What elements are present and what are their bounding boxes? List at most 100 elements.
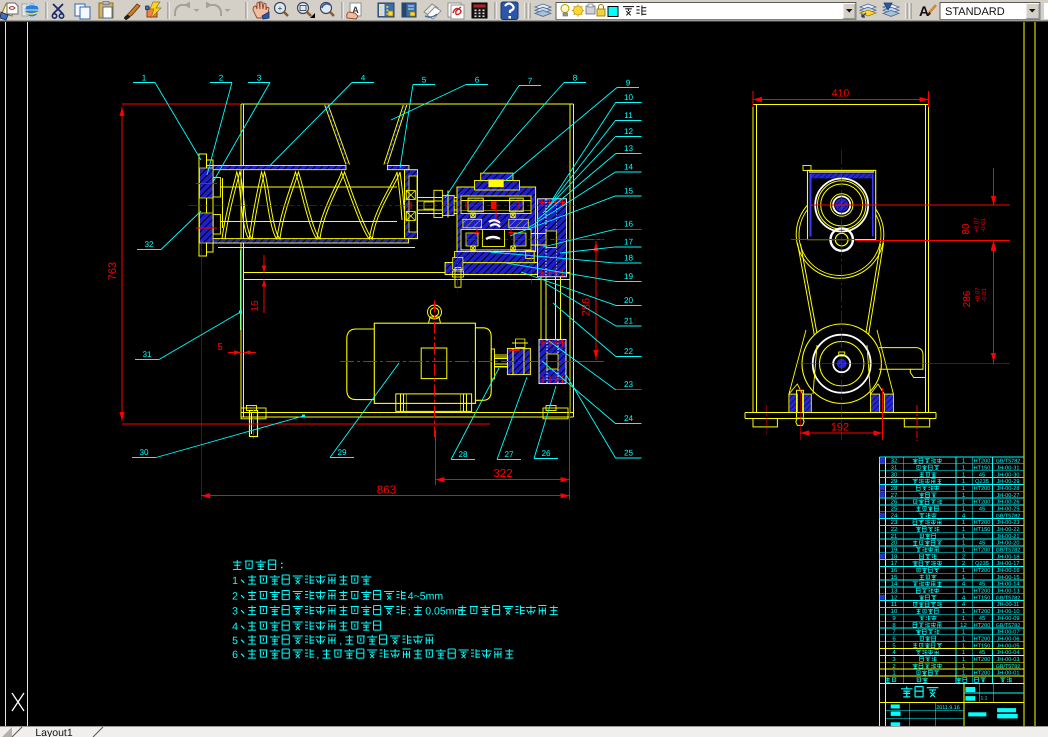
svg-text:322: 322 — [493, 468, 512, 480]
svg-text:12: 12 — [891, 594, 898, 601]
svg-text:6: 6 — [232, 649, 238, 661]
svg-text:20: 20 — [624, 296, 634, 305]
svg-text:192: 192 — [831, 422, 849, 434]
svg-text:19: 19 — [891, 547, 898, 554]
svg-text:HT150: HT150 — [974, 527, 991, 533]
svg-text:10: 10 — [624, 93, 634, 102]
svg-text:JH-00-14: JH-00-14 — [996, 582, 1019, 588]
svg-text:14: 14 — [891, 581, 898, 588]
svg-text:GB/T5782: GB/T5782 — [996, 459, 1021, 465]
svg-text:18: 18 — [624, 254, 634, 263]
svg-text:17: 17 — [624, 237, 634, 246]
svg-text:1: 1 — [142, 74, 147, 83]
svg-text:26: 26 — [541, 449, 551, 458]
svg-text:JH-00-29: JH-00-29 — [996, 479, 1019, 485]
svg-text:30: 30 — [139, 448, 149, 457]
svg-text:26: 26 — [891, 499, 898, 506]
svg-text:HT200: HT200 — [974, 568, 991, 574]
svg-text:7: 7 — [528, 77, 533, 86]
svg-text:HT200: HT200 — [974, 520, 991, 526]
svg-text:GB/T5782: GB/T5782 — [996, 548, 1021, 554]
svg-text:31: 31 — [142, 350, 152, 359]
svg-text:HT200: HT200 — [974, 548, 991, 554]
svg-text:JH-00-25: JH-00-25 — [996, 506, 1019, 512]
svg-text:HT150: HT150 — [974, 595, 991, 601]
svg-text:+0.07: +0.07 — [975, 287, 982, 303]
svg-text:29: 29 — [337, 448, 347, 457]
svg-text:JH-00-09: JH-00-09 — [996, 616, 1019, 622]
svg-text:22: 22 — [624, 347, 634, 356]
svg-text:Layout1: Layout1 — [35, 727, 73, 737]
svg-text:4~5mm: 4~5mm — [408, 591, 444, 603]
svg-text:JH-00-16: JH-00-16 — [996, 568, 1019, 574]
svg-text:,: , — [339, 635, 342, 647]
svg-text:763: 763 — [107, 262, 119, 280]
svg-text:JH-00-05: JH-00-05 — [996, 643, 1019, 649]
svg-text:1:1: 1:1 — [981, 696, 988, 702]
svg-text:A: A — [919, 3, 929, 19]
svg-text:;: ; — [408, 606, 411, 618]
svg-text:HT150: HT150 — [974, 465, 991, 471]
svg-text:45: 45 — [979, 616, 985, 622]
svg-text:24: 24 — [891, 512, 898, 519]
svg-text:4: 4 — [232, 621, 238, 633]
svg-text:27: 27 — [891, 492, 898, 499]
svg-text:10: 10 — [891, 608, 898, 615]
svg-text:45: 45 — [979, 582, 985, 588]
svg-text:JH-00-03: JH-00-03 — [996, 657, 1019, 663]
svg-text:GB/T5782: GB/T5782 — [996, 623, 1021, 629]
svg-text:JH-00-23: JH-00-23 — [996, 520, 1019, 526]
svg-text:JH-00-27: JH-00-27 — [996, 493, 1019, 499]
svg-text:45: 45 — [979, 472, 985, 478]
svg-text:31: 31 — [891, 464, 898, 471]
svg-text:HT200: HT200 — [974, 500, 991, 506]
svg-text:3: 3 — [232, 606, 238, 618]
svg-text:12: 12 — [960, 622, 967, 629]
svg-text:JH-00-10: JH-00-10 — [996, 609, 1019, 615]
svg-text:45: 45 — [979, 650, 985, 656]
svg-text:27: 27 — [504, 450, 514, 459]
svg-text:13: 13 — [891, 588, 898, 595]
svg-text:16: 16 — [891, 567, 898, 574]
svg-text:23: 23 — [891, 519, 898, 526]
svg-text:HT200: HT200 — [974, 609, 991, 615]
svg-text:JH-00-06: JH-00-06 — [996, 636, 1019, 642]
svg-text:30: 30 — [891, 471, 898, 478]
svg-text:24: 24 — [624, 414, 634, 423]
svg-text:1: 1 — [232, 575, 238, 587]
svg-text:25: 25 — [624, 449, 634, 458]
svg-text:8: 8 — [573, 74, 578, 83]
svg-text:-0.01: -0.01 — [981, 288, 988, 302]
svg-text:286: 286 — [962, 290, 973, 307]
svg-text:12: 12 — [624, 127, 634, 136]
svg-text:16: 16 — [624, 220, 634, 229]
svg-text:19: 19 — [624, 272, 634, 281]
svg-text:JH-00-17: JH-00-17 — [996, 561, 1019, 567]
svg-text:32: 32 — [891, 458, 898, 465]
svg-text:JH-00-13: JH-00-13 — [996, 589, 1019, 595]
svg-text:22: 22 — [891, 526, 898, 533]
svg-text:0.05mm: 0.05mm — [425, 606, 463, 618]
svg-text:32: 32 — [144, 240, 154, 249]
svg-text:20: 20 — [891, 540, 898, 547]
svg-text:4: 4 — [361, 74, 366, 83]
svg-text:15: 15 — [624, 186, 634, 195]
svg-text:JH-00-31: JH-00-31 — [996, 465, 1019, 471]
svg-text:GB/T5782: GB/T5782 — [996, 595, 1021, 601]
svg-text:28: 28 — [891, 485, 898, 492]
svg-text:GB/T5782: GB/T5782 — [996, 513, 1021, 519]
svg-text:13: 13 — [624, 144, 634, 153]
svg-text:JH-00-21: JH-00-21 — [996, 534, 1019, 540]
svg-text:HT200: HT200 — [974, 459, 991, 465]
svg-text:9: 9 — [626, 79, 631, 88]
svg-text:5: 5 — [232, 635, 238, 647]
svg-text:25: 25 — [891, 505, 898, 512]
svg-text:17: 17 — [891, 560, 898, 567]
svg-text:15: 15 — [891, 574, 898, 581]
svg-text:45: 45 — [979, 506, 985, 512]
svg-text:HT150: HT150 — [974, 643, 991, 649]
svg-text:14: 14 — [624, 162, 634, 171]
svg-text:410: 410 — [832, 88, 850, 100]
svg-text:5: 5 — [217, 342, 223, 353]
svg-text:11: 11 — [891, 601, 898, 608]
